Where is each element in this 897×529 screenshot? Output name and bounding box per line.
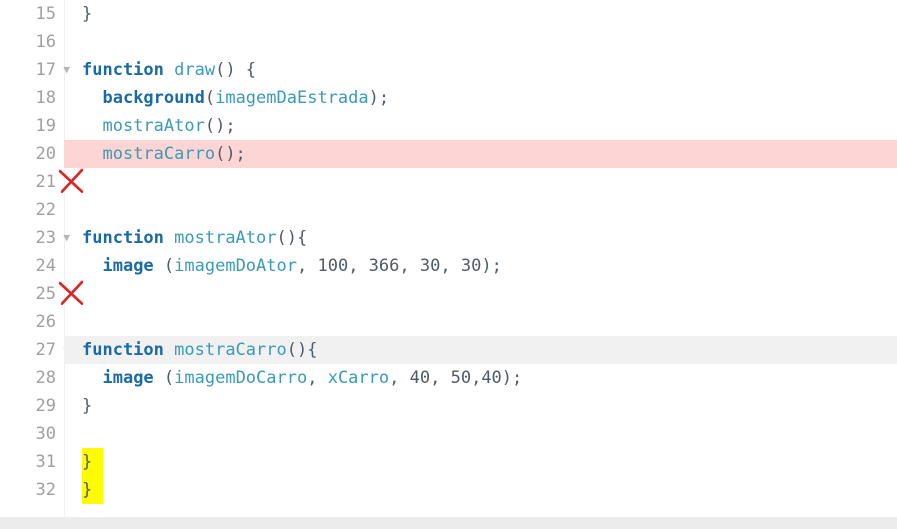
code-line[interactable] (82, 420, 897, 448)
code-line[interactable]: function mostraAtor(){ (82, 224, 897, 252)
code-line[interactable]: } (82, 0, 897, 28)
line-number: 17▼ (0, 56, 56, 84)
horizontal-scrollbar[interactable] (0, 517, 897, 529)
code-line[interactable] (82, 308, 897, 336)
code-line[interactable] (82, 28, 897, 56)
line-number: 20 (0, 140, 56, 168)
line-number: 22 (0, 196, 56, 224)
line-number: 19 (0, 112, 56, 140)
line-number: 24 (0, 252, 56, 280)
code-line[interactable]: } (82, 448, 897, 476)
code-line[interactable]: function draw() { (82, 56, 897, 84)
code-area[interactable]: } function draw() { background(imagemDaE… (64, 0, 897, 529)
line-number: 31 (0, 448, 56, 476)
code-line[interactable]: mostraAtor(); (82, 112, 897, 140)
code-line[interactable] (82, 168, 897, 196)
code-line[interactable]: background(imagemDaEstrada); (82, 84, 897, 112)
yellow-highlight: } (82, 448, 103, 476)
line-number: 21 (0, 168, 56, 196)
line-number: 28 (0, 364, 56, 392)
line-number: 16 (0, 28, 56, 56)
code-line-error[interactable]: mostraCarro(); (64, 140, 897, 168)
code-line[interactable] (82, 280, 897, 308)
line-number: 25 (0, 280, 56, 308)
code-line[interactable]: } (82, 476, 897, 504)
line-number: 30 (0, 420, 56, 448)
line-number-gutter: 15 16 17▼ 18 19 20 21 22 23▼ 24 25 26 27… (0, 0, 64, 529)
code-line[interactable]: } (82, 392, 897, 420)
line-number: 27▼ (0, 336, 56, 364)
line-number: 26 (0, 308, 56, 336)
line-number: 29 (0, 392, 56, 420)
code-line[interactable] (82, 196, 897, 224)
code-editor[interactable]: 15 16 17▼ 18 19 20 21 22 23▼ 24 25 26 27… (0, 0, 897, 529)
code-line-current[interactable]: function mostraCarro(){ (64, 336, 897, 364)
code-line[interactable]: image (imagemDoCarro, xCarro, 40, 50,40)… (82, 364, 897, 392)
line-number: 23▼ (0, 224, 56, 252)
code-line[interactable]: image (imagemDoAtor, 100, 366, 30, 30); (82, 252, 897, 280)
yellow-highlight: } (82, 476, 103, 504)
line-number: 15 (0, 0, 56, 28)
line-number: 18 (0, 84, 56, 112)
line-number: 32 (0, 476, 56, 504)
